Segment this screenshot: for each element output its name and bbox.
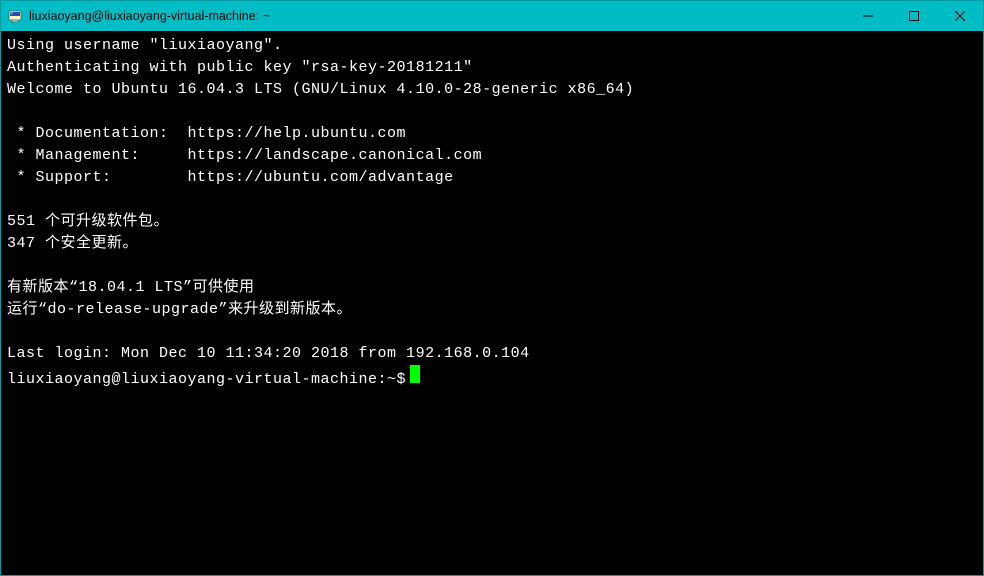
terminal-line: 有新版本“18.04.1 LTS”可供使用 [7,277,977,299]
maximize-button[interactable] [891,1,937,31]
putty-window: liuxiaoyang@liuxiaoyang-virtual-machine:… [0,0,984,576]
window-controls [845,1,983,31]
terminal-line: * Management: https://landscape.canonica… [7,145,977,167]
terminal-line [7,321,977,343]
cursor [410,365,420,383]
prompt-text: liuxiaoyang@liuxiaoyang-virtual-machine:… [7,369,406,391]
window-title: liuxiaoyang@liuxiaoyang-virtual-machine:… [29,9,845,23]
terminal-line: 347 个安全更新。 [7,233,977,255]
close-button[interactable] [937,1,983,31]
minimize-button[interactable] [845,1,891,31]
terminal[interactable]: Using username "liuxiaoyang".Authenticat… [1,31,983,575]
titlebar[interactable]: liuxiaoyang@liuxiaoyang-virtual-machine:… [1,1,983,31]
terminal-line: 551 个可升级软件包。 [7,211,977,233]
terminal-line: Using username "liuxiaoyang". [7,35,977,57]
terminal-line: Welcome to Ubuntu 16.04.3 LTS (GNU/Linux… [7,79,977,101]
terminal-line [7,255,977,277]
terminal-line: Authenticating with public key "rsa-key-… [7,57,977,79]
terminal-line [7,101,977,123]
terminal-line: * Support: https://ubuntu.com/advantage [7,167,977,189]
terminal-line: Last login: Mon Dec 10 11:34:20 2018 fro… [7,343,977,365]
terminal-line: 运行“do-release-upgrade”来升级到新版本。 [7,299,977,321]
prompt-line[interactable]: liuxiaoyang@liuxiaoyang-virtual-machine:… [7,365,977,391]
terminal-line [7,189,977,211]
terminal-line: * Documentation: https://help.ubuntu.com [7,123,977,145]
content-area: Using username "liuxiaoyang".Authenticat… [1,31,983,575]
putty-icon [7,8,23,24]
